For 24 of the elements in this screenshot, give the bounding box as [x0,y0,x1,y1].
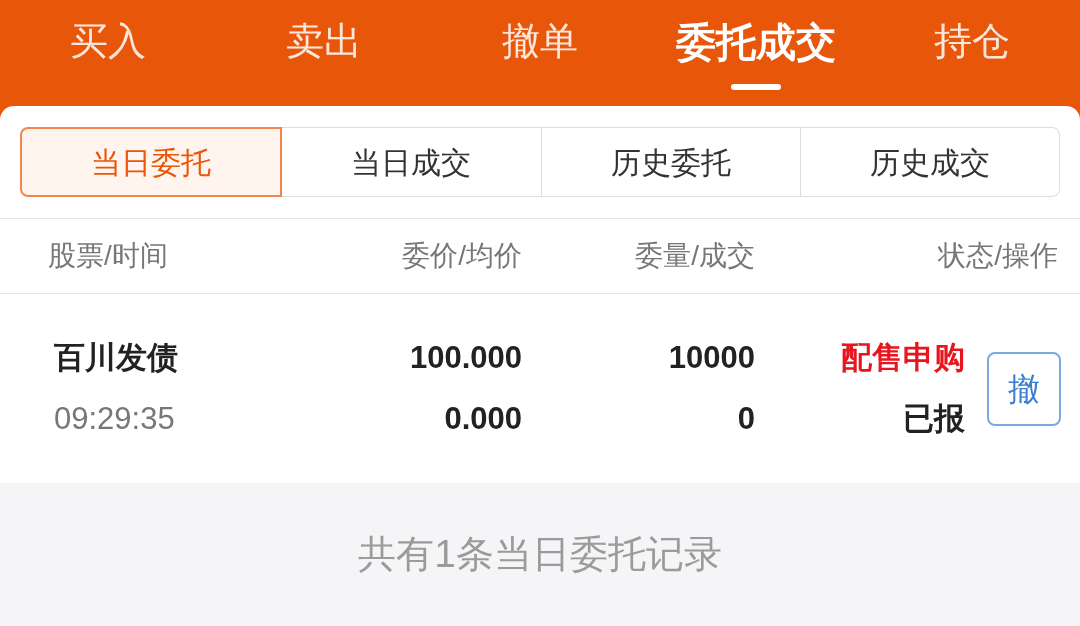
order-quantity: 10000 [668,339,755,377]
record-count-text: 共有1条当日委托记录 [358,532,722,577]
order-time: 09:29:35 [54,399,175,438]
order-status: 已报 [903,399,965,438]
order-type: 配售申购 [841,339,965,377]
column-header: 委价/均价 [402,240,522,271]
cancel-button[interactable]: 撤 [987,351,1061,426]
trade-tab[interactable]: 撤单 [502,22,578,60]
order-filter-tab[interactable]: 历史成交 [800,127,1060,197]
trade-tab[interactable]: 卖出 [286,22,362,60]
stock-name: 百川发债 [54,339,178,377]
order-price: 100.000 [409,339,522,377]
column-header: 股票/时间 [48,240,168,271]
column-header: 委量/成交 [635,240,755,271]
order-filter-tab[interactable]: 历史委托 [541,127,801,197]
order-filter-tab[interactable]: 当日成交 [282,127,542,197]
trade-tab[interactable]: 委托成交 [676,22,836,62]
order-filter-tab[interactable]: 当日委托 [20,127,283,197]
filled-quantity: 0 [737,399,755,438]
trade-tab[interactable]: 持仓 [934,22,1010,60]
trade-tab[interactable]: 买入 [70,22,146,60]
tab-indicator [731,84,781,90]
column-header: 状态/操作 [938,240,1058,271]
average-price: 0.000 [444,399,522,438]
